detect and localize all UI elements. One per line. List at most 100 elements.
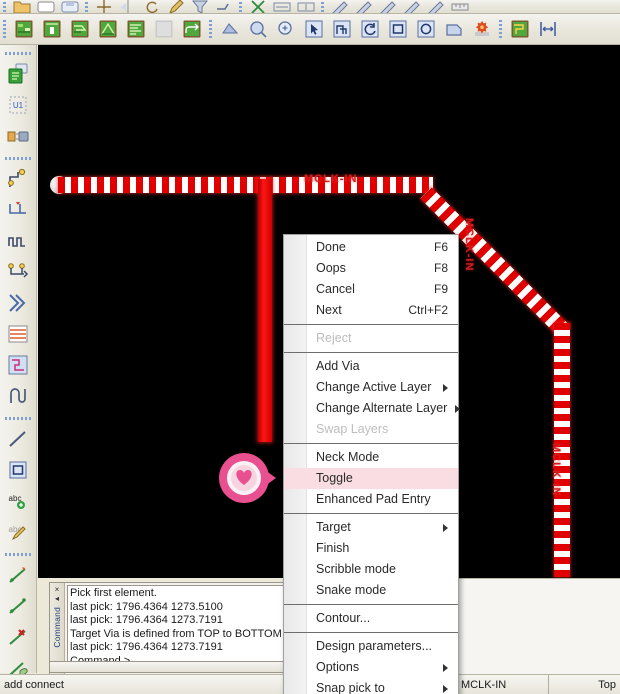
toolbar-button-polygon-shape[interactable] [441, 16, 467, 42]
toolbar-grip[interactable] [1, 0, 8, 13]
menu-item-accelerator: F8 [433, 261, 448, 275]
toolbar-button-display-color[interactable] [11, 16, 37, 42]
sidebar-item-route-spreadsheet[interactable] [3, 319, 33, 349]
toolbar-grip[interactable] [83, 0, 90, 13]
menu-item-contour[interactable]: Contour... [284, 608, 458, 629]
menu-item-change-active-layer[interactable]: Change Active Layer [284, 377, 458, 398]
pencil-icon [166, 0, 186, 13]
menu-item-change-alternate-layer[interactable]: Change Alternate Layer [284, 398, 461, 419]
sidebar-item-custom-smooth[interactable] [3, 257, 33, 287]
toolbar-button-display-layers[interactable] [123, 16, 149, 42]
menu-item-toggle[interactable]: Toggle [284, 468, 458, 489]
sidebar-grip-placement[interactable] [5, 50, 31, 57]
menu-separator [284, 632, 458, 633]
toolbar-button-probe-4[interactable] [401, 0, 423, 13]
menu-item-label: Neck Mode [316, 450, 380, 464]
menu-item-neck-mode[interactable]: Neck Mode [284, 447, 458, 468]
toolbar-button-rotate-shape[interactable] [357, 16, 383, 42]
sidebar-item-slide-trace[interactable] [3, 195, 33, 225]
toolbar-grip[interactable] [1, 18, 8, 40]
sidebar-item-show-rats[interactable] [3, 560, 33, 590]
toolbar-button-mirror[interactable] [117, 0, 139, 13]
toolbar-button-zoom-in[interactable] [273, 16, 299, 42]
menu-item-snake-mode[interactable]: Snake mode [284, 580, 458, 601]
toolbar-button-dim-v[interactable] [295, 1, 317, 13]
toolbar-grip[interactable] [237, 0, 244, 13]
sidebar-grip-routing[interactable] [5, 155, 31, 162]
toolbar-button-route-board[interactable] [507, 16, 533, 42]
sidebar-item-place-quickplace[interactable]: U1 [3, 90, 33, 120]
sidebar-item-delay-tune[interactable] [3, 226, 33, 256]
slide-trace-icon [7, 199, 29, 221]
toolbar-button-shape-add[interactable] [329, 16, 355, 42]
toolbar-button-drc-check[interactable] [469, 16, 495, 42]
sidebar-item-place-swap[interactable] [3, 121, 33, 151]
sidebar-item-blank-rats[interactable] [3, 591, 33, 621]
sidebar-item-delete-rats[interactable] [3, 622, 33, 652]
menu-item-add-via[interactable]: Add Via [284, 356, 458, 377]
toolbar-button-slide[interactable] [213, 1, 235, 13]
toolbar-button-save-file[interactable] [59, 1, 81, 13]
menu-item-enhanced-pad-entry[interactable]: Enhanced Pad Entry [284, 489, 458, 510]
toolbar-button-spin[interactable] [141, 1, 163, 13]
folder-icon [12, 0, 32, 13]
sidebar-item-fanout[interactable] [3, 288, 33, 318]
sidebar-item-add-rectangle[interactable] [3, 455, 33, 485]
toolbar-button-probe-5[interactable] [425, 0, 447, 13]
toolbar-button-zoom-fit[interactable] [217, 16, 243, 42]
sidebar-item-add-connect[interactable] [3, 164, 33, 194]
menu-item-accelerator: F9 [433, 282, 448, 296]
toolbar-button-new-sheet[interactable] [35, 1, 57, 13]
swap-package-icon [7, 125, 29, 147]
toolbar-button-dehighlight[interactable] [189, 0, 211, 13]
toolbar-button-delete[interactable] [247, 0, 269, 13]
toolbar-button-open-file[interactable] [11, 1, 33, 13]
menu-item-options[interactable]: Options [284, 657, 458, 678]
toolbar-button-probe-3[interactable] [377, 0, 399, 13]
toolbar-button-rect-shape[interactable] [385, 16, 411, 42]
menu-item-snap-pick-to[interactable]: Snap pick to [284, 678, 458, 694]
toolbar-button-display-element[interactable] [39, 16, 65, 42]
menu-item-label: Toggle [316, 471, 353, 485]
menu-item-target[interactable]: Target [284, 517, 458, 538]
toolbar-button-dim-h[interactable] [271, 1, 293, 13]
sidebar-item-place-manual[interactable] [3, 59, 33, 89]
close-icon[interactable]: × [55, 585, 60, 594]
delay-tune-icon [7, 230, 29, 252]
sidebar-item-auto-route[interactable] [3, 350, 33, 380]
sidebar-grip-shapes[interactable] [5, 415, 31, 422]
sidebar-item-add-text[interactable]: abc [3, 486, 33, 516]
toolbar-button-display-refresh[interactable] [179, 16, 205, 42]
pin-icon[interactable]: ◂ [55, 594, 59, 603]
menu-item-scribble-mode[interactable]: Scribble mode [284, 559, 458, 580]
toolbar-grip[interactable] [207, 18, 214, 40]
context-menu[interactable]: Done F6 Oops F8 Cancel F9 Next Ctrl+F2 Reject Add… [283, 234, 461, 694]
toolbar-button-probe-2[interactable] [353, 0, 375, 13]
menu-item-finish[interactable]: Finish [284, 538, 458, 559]
toolbar-button-display-ratsnest[interactable] [95, 16, 121, 42]
toolbar-grip[interactable] [319, 0, 326, 13]
heart-pointer-cursor [214, 448, 284, 508]
net-label-vertical-lower: MCLK-IN [550, 443, 562, 497]
menu-item-cancel[interactable]: Cancel F9 [284, 279, 458, 300]
toolbar-button-display-net[interactable] [67, 16, 93, 42]
menu-item-next[interactable]: Next Ctrl+F2 [284, 300, 458, 321]
toolbar-button-move-element[interactable] [93, 0, 115, 13]
toolbar-button-zoom-window[interactable] [245, 16, 271, 42]
toolbar-button-route-spacing[interactable] [535, 16, 561, 42]
sidebar-item-add-line[interactable] [3, 424, 33, 454]
heart-cursor-icon [219, 453, 276, 503]
toolbar-button-display-blank[interactable] [151, 16, 177, 42]
sidebar-item-contour-route[interactable] [3, 381, 33, 411]
toolbar-button-highlight[interactable] [165, 0, 187, 13]
toolbar-button-select-arrow[interactable] [301, 16, 327, 42]
menu-item-oops[interactable]: Oops F8 [284, 258, 458, 279]
sidebar-item-edit-text[interactable]: abc [3, 517, 33, 547]
toolbar-button-measure[interactable] [449, 1, 471, 13]
menu-item-design-parameters[interactable]: Design parameters... [284, 636, 458, 657]
sidebar-grip-nets[interactable] [5, 551, 31, 558]
toolbar-button-circle-shape[interactable] [413, 16, 439, 42]
menu-item-done[interactable]: Done F6 [284, 237, 458, 258]
toolbar-grip[interactable] [497, 18, 504, 40]
toolbar-button-probe-1[interactable] [329, 0, 351, 13]
